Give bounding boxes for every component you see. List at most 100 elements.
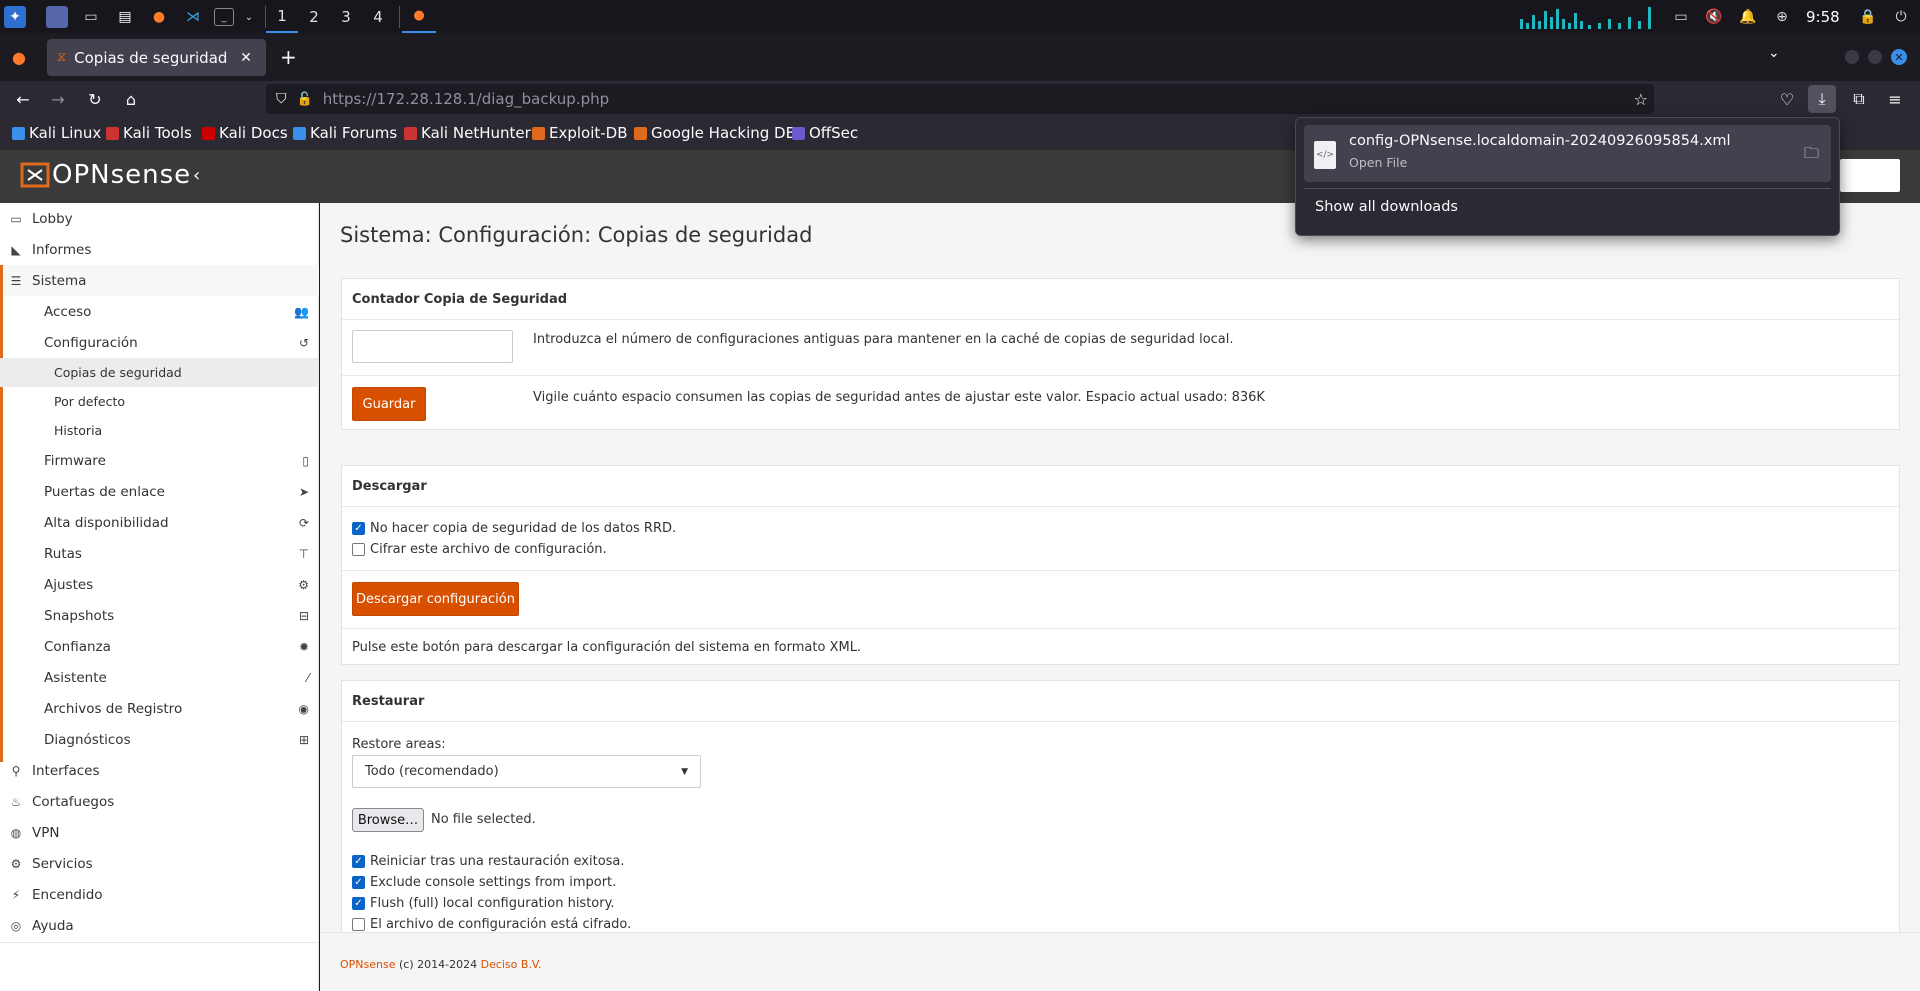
panel-header: Restaurar: [352, 693, 425, 709]
reboot-checkbox[interactable]: ✓ Reiniciar tras una restauración exitosa…: [352, 854, 625, 869]
sidebar-item-historia[interactable]: Historia: [0, 416, 319, 445]
sidebar-item-ayuda[interactable]: ◎ Ayuda: [0, 910, 319, 941]
sidebar-item-ajustes[interactable]: Ajustes ⚙: [0, 569, 319, 600]
sidebar-item-rutas[interactable]: Rutas ⊤: [0, 538, 319, 569]
sidebar-item-snapshots[interactable]: Snapshots ⊟: [0, 600, 319, 631]
downloads-icon[interactable]: ⤓: [1808, 85, 1836, 113]
close-tab-icon[interactable]: ✕: [240, 50, 252, 66]
sidebar-item-encendido[interactable]: ⚡ Encendido: [0, 879, 319, 910]
encrypt-checkbox[interactable]: Cifrar este archivo de configuración.: [352, 542, 607, 557]
download-config-button[interactable]: Descargar configuración: [352, 582, 519, 616]
bookmark-kali-tools[interactable]: Kali Tools: [106, 124, 192, 142]
terminal-icon[interactable]: _: [214, 8, 234, 26]
bookmark-star-icon[interactable]: ☆: [1634, 90, 1648, 109]
update-icon[interactable]: ⊕: [1771, 6, 1793, 28]
download-panel: Descargar ✓ No hacer copia de seguridad d…: [341, 465, 1900, 665]
download-item[interactable]: </> config-OPNsense.localdomain-20240926…: [1304, 125, 1831, 182]
lifebuoy-icon: ◎: [10, 918, 22, 933]
restore-areas-select[interactable]: Todo (recomendado) ▼: [352, 755, 701, 788]
eye-icon: ◉: [298, 701, 309, 716]
sidebar-item-puertas[interactable]: Puertas de enlace ➤: [0, 476, 319, 507]
workspace-2[interactable]: 2: [298, 0, 330, 33]
bookmark-google-hacking-db[interactable]: Google Hacking DB: [634, 124, 796, 142]
sidebar-item-firmware[interactable]: Firmware ▯: [0, 445, 319, 476]
forward-icon[interactable]: →: [44, 85, 72, 113]
new-tab-icon[interactable]: +: [280, 45, 297, 69]
firefox-icon[interactable]: ●: [148, 6, 170, 28]
bookmark-kali-linux[interactable]: Kali Linux: [12, 124, 101, 142]
flush-history-checkbox[interactable]: ✓ Flush (full) local configuration histor…: [352, 896, 615, 911]
tab-backup[interactable]: ⧖ Copias de seguridad | Con ✕: [47, 39, 266, 76]
sidebar-item-servicios[interactable]: ⚙ Servicios: [0, 848, 319, 879]
pocket-icon[interactable]: ♡: [1773, 85, 1801, 113]
back-icon[interactable]: ←: [9, 85, 37, 113]
url-text[interactable]: https://172.28.128.1/diag_backup.php: [323, 90, 609, 108]
sidebar-item-cortafuegos[interactable]: ♨ Cortafuegos: [0, 786, 319, 817]
vscode-icon[interactable]: ⋊: [182, 6, 204, 28]
show-all-downloads[interactable]: Show all downloads: [1315, 199, 1458, 215]
check-icon: ✓: [352, 855, 365, 868]
kali-menu-icon[interactable]: ✦: [4, 6, 26, 28]
workspace-4[interactable]: 4: [362, 0, 394, 33]
sidebar-item-diagnosticos[interactable]: Diagnósticos ⊞: [0, 724, 319, 755]
home-icon[interactable]: ⌂: [117, 85, 145, 113]
chevron-down-icon[interactable]: ⌄: [238, 6, 260, 28]
save-button[interactable]: Guardar: [352, 387, 426, 421]
bell-icon[interactable]: 🔔: [1737, 6, 1759, 28]
mute-icon[interactable]: 🔇: [1703, 6, 1725, 28]
bookmark-kali-forums[interactable]: Kali Forums: [293, 124, 397, 142]
reload-icon[interactable]: ↻: [81, 85, 109, 113]
sidebar-item-informes[interactable]: ◣ Informes: [0, 234, 319, 265]
sidebar-item-alta[interactable]: Alta disponibilidad ⟳: [0, 507, 319, 538]
opnsense-logo-icon: [20, 162, 50, 188]
sidebar-item-interfaces[interactable]: ⚲ Interfaces: [0, 755, 319, 786]
files-icon[interactable]: ▭: [80, 6, 102, 28]
bookmark-kali-nethunter[interactable]: Kali NetHunter: [404, 124, 531, 142]
space-help-text: Vigile cuánto espacio consumen las copia…: [533, 390, 1265, 405]
sidebar-item-por-defecto[interactable]: Por defecto: [0, 387, 319, 416]
firefox-view-icon[interactable]: ●: [12, 48, 26, 67]
exclude-console-checkbox[interactable]: ✓ Exclude console settings from import.: [352, 875, 616, 890]
sidebar-item-confianza[interactable]: Confianza ✹: [0, 631, 319, 662]
sidebar-item-copias[interactable]: Copias de seguridad: [0, 358, 319, 387]
footer-brand-link[interactable]: OPNsense: [340, 958, 396, 971]
opnsense-logo[interactable]: OPNsense: [20, 160, 191, 190]
bookmark-kali-docs[interactable]: Kali Docs: [202, 124, 288, 142]
encrypted-file-checkbox[interactable]: El archivo de configuración está cifrado…: [352, 917, 631, 932]
sidebar-item-acceso[interactable]: Acceso 👥: [0, 296, 319, 327]
sidebar-item-asistente[interactable]: Asistente ⁄: [0, 662, 319, 693]
collapse-sidebar-icon[interactable]: ‹: [193, 165, 200, 186]
minimize-icon[interactable]: [1845, 50, 1859, 64]
folder-icon[interactable]: 🗀: [1804, 143, 1819, 168]
browse-button[interactable]: Browse…: [352, 808, 424, 832]
sidebar-item-lobby[interactable]: ▭ Lobby: [0, 203, 319, 234]
close-window-icon[interactable]: ✕: [1891, 49, 1907, 65]
list-tabs-icon[interactable]: ⌄: [1768, 45, 1780, 61]
menu-icon[interactable]: ≡: [1881, 85, 1909, 113]
desktop-icon[interactable]: [46, 6, 68, 28]
sidebar-item-sistema[interactable]: ☰ Sistema: [0, 265, 319, 296]
sidebar-item-archivos[interactable]: Archivos de Registro ◉: [0, 693, 319, 724]
extensions-icon[interactable]: ⧉: [1845, 85, 1873, 113]
sidebar-item-configuracion[interactable]: Configuración ↺: [0, 327, 319, 358]
bookmark-exploit-db[interactable]: Exploit-DB: [532, 124, 628, 142]
power-icon[interactable]: ⏻: [1890, 6, 1912, 28]
workspace-1[interactable]: 1: [266, 0, 298, 33]
lock-icon[interactable]: 🔒: [1857, 6, 1879, 28]
firefox-task-icon[interactable]: ●: [402, 0, 436, 33]
panel-header: Descargar: [352, 478, 427, 494]
footer-company-link[interactable]: Deciso B.V.: [481, 958, 542, 971]
shield-icon[interactable]: ⛉: [276, 91, 287, 107]
kali-forums-icon: [293, 126, 306, 140]
url-bar[interactable]: ⛉ 🔓 https://172.28.128.1/diag_backup.php…: [266, 84, 1654, 114]
sidebar-item-vpn[interactable]: ◍ VPN: [0, 817, 319, 848]
search-input[interactable]: [1840, 159, 1900, 192]
editor-icon[interactable]: ▤: [114, 6, 136, 28]
backup-count-input[interactable]: [352, 330, 513, 363]
bookmark-offsec[interactable]: OffSec: [792, 124, 858, 142]
lock-icon[interactable]: 🔓: [297, 92, 313, 107]
maximize-icon[interactable]: [1868, 50, 1882, 64]
workspace-3[interactable]: 3: [330, 0, 362, 33]
display-icon[interactable]: ▭: [1670, 6, 1692, 28]
no-rrd-checkbox[interactable]: ✓ No hacer copia de seguridad de los dato…: [352, 521, 676, 536]
